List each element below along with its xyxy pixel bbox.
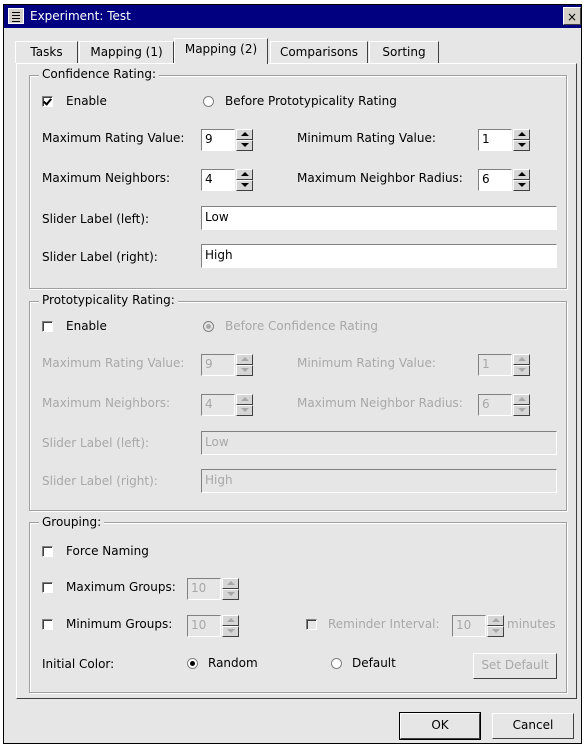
proto-slider-left-label: Slider Label (left): [42, 436, 150, 450]
spin-up-icon[interactable] [513, 394, 530, 405]
spin-up-icon[interactable] [236, 394, 253, 405]
spin-down-icon[interactable] [236, 405, 253, 416]
max-neighbors-value[interactable]: 4 [201, 169, 235, 191]
spin-up-icon[interactable] [487, 615, 504, 626]
slider-right-label: Slider Label (right): [42, 250, 158, 264]
spin-up-icon[interactable] [513, 169, 530, 180]
min-groups-label: Minimum Groups: [66, 617, 173, 631]
min-groups-spinbox[interactable]: 10 [187, 615, 239, 637]
default-color-radio[interactable] [331, 658, 342, 669]
confidence-enable-checkbox[interactable] [42, 96, 53, 107]
min-groups-value[interactable]: 10 [187, 615, 221, 637]
proto-slider-right-label: Slider Label (right): [42, 474, 158, 488]
max-groups-value[interactable]: 10 [187, 578, 221, 600]
force-naming-checkbox[interactable] [42, 546, 53, 557]
default-color-label: Default [352, 656, 396, 670]
proto-slider-right-input[interactable]: High [201, 469, 557, 493]
spin-up-icon[interactable] [236, 169, 253, 180]
close-icon[interactable]: × [563, 7, 581, 25]
before-confidence-radio[interactable] [203, 321, 214, 332]
window-menu-icon[interactable] [8, 8, 24, 24]
max-rating-value[interactable]: 9 [201, 129, 235, 151]
spin-up-icon[interactable] [513, 129, 530, 140]
initial-color-label: Initial Color: [42, 657, 115, 671]
min-rating-spinbox[interactable]: 1 [478, 129, 530, 151]
cancel-button[interactable]: Cancel [492, 713, 574, 739]
tab-sorting[interactable]: Sorting [369, 41, 439, 63]
title-bar[interactable]: Experiment: Test × [4, 5, 581, 28]
prototypicality-enable-checkbox[interactable] [42, 321, 53, 332]
max-neighbors-spinbox[interactable]: 4 [201, 169, 253, 191]
tab-mapping-1[interactable]: Mapping (1) [79, 41, 174, 63]
random-color-label: Random [208, 656, 258, 670]
slider-left-label: Slider Label (left): [42, 212, 150, 226]
set-default-button[interactable]: Set Default [473, 653, 557, 679]
force-naming-label: Force Naming [66, 544, 149, 558]
max-rating-label: Maximum Rating Value: [42, 131, 185, 145]
spin-down-icon[interactable] [236, 180, 253, 191]
proto-max-rating-label: Maximum Rating Value: [42, 356, 185, 370]
max-neighbor-radius-value[interactable]: 6 [478, 169, 512, 191]
tab-tasks[interactable]: Tasks [15, 41, 78, 63]
proto-max-rating-value[interactable]: 9 [201, 354, 235, 376]
spin-up-icon[interactable] [236, 354, 253, 365]
min-rating-value[interactable]: 1 [478, 129, 512, 151]
tab-mapping-2[interactable]: Mapping (2) [174, 38, 268, 64]
proto-max-neighbor-radius-label: Maximum Neighbor Radius: [297, 396, 463, 410]
spin-up-icon[interactable] [236, 129, 253, 140]
max-groups-label: Maximum Groups: [66, 580, 176, 594]
confidence-enable-label: Enable [66, 94, 107, 108]
spin-down-icon[interactable] [222, 589, 239, 600]
prototypicality-rating-title: Prototypicality Rating: [39, 293, 178, 307]
proto-max-neighbors-label: Maximum Neighbors: [42, 396, 171, 410]
max-neighbor-radius-label: Maximum Neighbor Radius: [297, 171, 463, 185]
before-confidence-label: Before Confidence Rating [225, 319, 379, 333]
max-groups-checkbox[interactable] [42, 582, 53, 593]
dialog-window: Experiment: Test × Tasks Mapping (1) Map… [3, 4, 582, 744]
window-title: Experiment: Test [30, 9, 131, 23]
spin-down-icon[interactable] [236, 140, 253, 151]
spin-down-icon[interactable] [513, 365, 530, 376]
max-neighbor-radius-spinbox[interactable]: 6 [478, 169, 530, 191]
proto-max-neighbor-radius-spinbox[interactable]: 6 [478, 394, 530, 416]
proto-max-rating-spinbox[interactable]: 9 [201, 354, 253, 376]
spin-down-icon[interactable] [513, 140, 530, 151]
slider-right-input[interactable]: High [201, 244, 557, 268]
proto-min-rating-value[interactable]: 1 [478, 354, 512, 376]
spin-up-icon[interactable] [513, 354, 530, 365]
max-groups-spinbox[interactable]: 10 [187, 578, 239, 600]
max-neighbors-label: Maximum Neighbors: [42, 171, 171, 185]
spin-up-icon[interactable] [222, 615, 239, 626]
prototypicality-enable-label: Enable [66, 319, 107, 333]
before-prototypicality-radio[interactable] [203, 96, 214, 107]
spin-down-icon[interactable] [487, 626, 504, 637]
min-groups-checkbox[interactable] [42, 619, 53, 630]
proto-min-rating-spinbox[interactable]: 1 [478, 354, 530, 376]
proto-max-neighbors-spinbox[interactable]: 4 [201, 394, 253, 416]
min-rating-label: Minimum Rating Value: [297, 131, 436, 145]
confidence-rating-title: Confidence Rating: [39, 67, 160, 81]
proto-min-rating-label: Minimum Rating Value: [297, 356, 436, 370]
max-rating-spinbox[interactable]: 9 [201, 129, 253, 151]
spin-down-icon[interactable] [222, 626, 239, 637]
spin-down-icon[interactable] [236, 365, 253, 376]
tab-comparisons[interactable]: Comparisons [270, 41, 368, 63]
grouping-title: Grouping: [39, 515, 105, 529]
ok-button[interactable]: OK [399, 712, 481, 740]
before-prototypicality-label: Before Prototypicality Rating [225, 94, 397, 108]
minutes-label: minutes [507, 617, 556, 631]
slider-left-input[interactable]: Low [201, 206, 557, 230]
proto-slider-left-input[interactable]: Low [201, 431, 557, 455]
reminder-interval-checkbox[interactable] [306, 619, 317, 630]
spin-down-icon[interactable] [513, 405, 530, 416]
reminder-interval-value[interactable]: 10 [452, 615, 486, 637]
proto-max-neighbors-value[interactable]: 4 [201, 394, 235, 416]
spin-up-icon[interactable] [222, 578, 239, 589]
reminder-interval-label: Reminder Interval: [328, 617, 440, 631]
spin-down-icon[interactable] [513, 180, 530, 191]
random-color-radio[interactable] [187, 658, 198, 669]
proto-max-neighbor-radius-value[interactable]: 6 [478, 394, 512, 416]
reminder-interval-spinbox[interactable]: 10 [452, 615, 504, 637]
